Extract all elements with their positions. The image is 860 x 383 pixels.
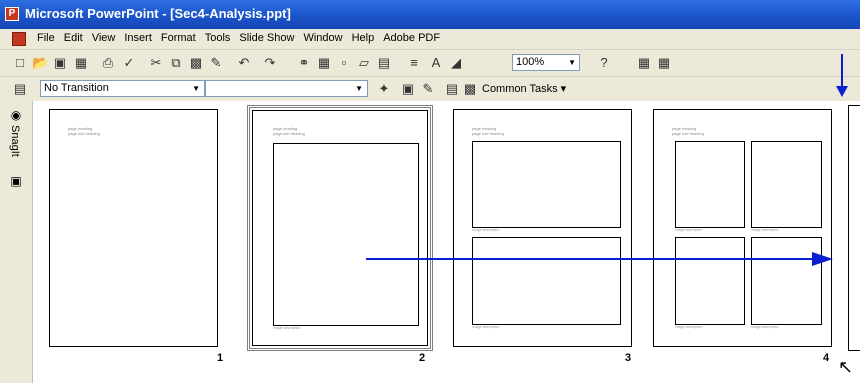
animation-select[interactable]: ▼ bbox=[205, 80, 368, 97]
slide-heading: page heading page sub heading bbox=[68, 126, 100, 136]
spelling-icon[interactable]: ✓ bbox=[121, 55, 137, 71]
image-placeholder bbox=[751, 237, 822, 325]
image-placeholder bbox=[751, 141, 822, 228]
chevron-down-icon: ▼ bbox=[568, 58, 576, 67]
image-placeholder bbox=[472, 141, 621, 228]
chevron-down-icon: ▼ bbox=[355, 84, 363, 93]
menu-insert[interactable]: Insert bbox=[124, 32, 152, 44]
menu-file[interactable]: File bbox=[37, 32, 55, 44]
image-caption: image description bbox=[273, 326, 301, 330]
common-tasks-button[interactable]: Common Tasks ▾ bbox=[482, 82, 566, 95]
paste-icon[interactable]: ▩ bbox=[188, 55, 204, 71]
slide-sorter-toolbar: ▤ No Transition ▼ ▼ ✦ ▣ ✎ ▤ ▩ Common Tas… bbox=[0, 76, 860, 101]
snagit-toolbar: ◉ SnagIt ▣ bbox=[0, 101, 33, 383]
slide-number: 4 bbox=[823, 352, 830, 364]
transition-select[interactable]: No Transition ▼ bbox=[40, 80, 205, 97]
format-painter-icon[interactable]: ✎ bbox=[208, 55, 224, 71]
drag-cursor-icon: ↖ bbox=[838, 357, 854, 377]
new-slide-icon[interactable]: ▤ bbox=[376, 55, 392, 71]
menu-help[interactable]: Help bbox=[352, 32, 375, 44]
image-placeholder bbox=[472, 237, 621, 325]
common-tasks-icon[interactable]: ▩ bbox=[462, 81, 478, 97]
camera-icon[interactable]: ◉ bbox=[8, 108, 24, 122]
slide-number: 1 bbox=[217, 352, 224, 364]
image-placeholder bbox=[675, 237, 745, 325]
menu-edit[interactable]: Edit bbox=[64, 32, 83, 44]
help-icon[interactable]: ? bbox=[596, 55, 612, 71]
slide-thumbnail-3[interactable]: page heading page sub heading image desc… bbox=[453, 109, 632, 347]
slide-number: 3 bbox=[625, 352, 632, 364]
image-caption: image description bbox=[472, 228, 500, 232]
slide-heading: page heading page sub heading bbox=[273, 126, 305, 136]
open-icon[interactable]: 📂 bbox=[32, 55, 48, 71]
permission-icon[interactable]: ▦ bbox=[73, 55, 89, 71]
window-title: Microsoft PowerPoint - [Sec4-Analysis.pp… bbox=[25, 6, 291, 21]
menu-slide-show[interactable]: Slide Show bbox=[239, 32, 294, 44]
slide-thumbnail-2[interactable]: page heading page sub heading image desc… bbox=[252, 110, 428, 346]
slide-thumbnail-4[interactable]: page heading page sub heading image desc… bbox=[653, 109, 832, 347]
summary-slide-icon[interactable]: ▣ bbox=[400, 81, 416, 97]
slide-thumbnail-5-partial[interactable] bbox=[848, 105, 860, 351]
chevron-down-icon: ▼ bbox=[192, 84, 200, 93]
insert-table-icon[interactable]: ▦ bbox=[316, 55, 332, 71]
copy-icon[interactable]: ⧉ bbox=[168, 55, 184, 71]
print-icon[interactable]: ⎙ bbox=[100, 55, 116, 71]
cut-icon[interactable]: ✂ bbox=[148, 55, 164, 71]
standard-toolbar: □ 📂 ▣ ▦ ⎙ ✓ ✂ ⧉ ▩ ✎ ↶ ↷ ⚭ ▦ ▫ ▱ ▤ ≡ A ◢ … bbox=[0, 49, 860, 76]
pdf-convert-icon[interactable]: ▦ bbox=[636, 55, 652, 71]
expand-all-icon[interactable]: ≡ bbox=[406, 55, 422, 71]
grayscale-icon[interactable]: ◢ bbox=[448, 55, 464, 71]
new-icon[interactable]: □ bbox=[12, 55, 28, 71]
undo-icon[interactable]: ↶ bbox=[236, 55, 252, 71]
image-caption: image description bbox=[675, 325, 703, 329]
menu-bar: File Edit View Insert Format Tools Slide… bbox=[0, 29, 860, 49]
insert-chart-icon[interactable]: ▫ bbox=[336, 55, 352, 71]
image-placeholder bbox=[675, 141, 745, 228]
slide-transition-icon[interactable]: ▤ bbox=[12, 81, 28, 97]
image-placeholder bbox=[273, 143, 419, 326]
slide-heading: page heading page sub heading bbox=[472, 126, 504, 136]
speaker-notes-icon[interactable]: ✎ bbox=[420, 81, 436, 97]
hide-slide-icon[interactable]: ▤ bbox=[444, 81, 460, 97]
menu-view[interactable]: View bbox=[92, 32, 116, 44]
capture-icon[interactable]: ▣ bbox=[8, 173, 24, 189]
slide-sorter-view: page heading page sub heading 1 page hea… bbox=[33, 101, 860, 383]
document-icon[interactable] bbox=[12, 32, 26, 46]
animation-preview-icon[interactable]: ✦ bbox=[376, 81, 392, 97]
menu-tools[interactable]: Tools bbox=[205, 32, 231, 44]
image-caption: image description bbox=[472, 325, 500, 329]
pdf-email-icon[interactable]: ▦ bbox=[656, 55, 672, 71]
menu-adobe-pdf[interactable]: Adobe PDF bbox=[383, 32, 440, 44]
powerpoint-app-icon[interactable]: P bbox=[5, 7, 19, 21]
transition-value: No Transition bbox=[44, 82, 109, 94]
image-caption: image description bbox=[751, 228, 779, 232]
menu-format[interactable]: Format bbox=[161, 32, 196, 44]
image-caption: image description bbox=[751, 325, 779, 329]
snagit-label[interactable]: SnagIt bbox=[9, 125, 21, 157]
zoom-value: 100% bbox=[516, 56, 545, 68]
zoom-select[interactable]: 100% ▼ bbox=[512, 54, 580, 71]
insert-hyperlink-icon[interactable]: ⚭ bbox=[296, 55, 312, 71]
menu-window[interactable]: Window bbox=[303, 32, 342, 44]
slide-number: 2 bbox=[419, 352, 426, 364]
slide-heading: page heading page sub heading bbox=[672, 126, 704, 136]
insert-picture-icon[interactable]: ▱ bbox=[356, 55, 372, 71]
slide-thumbnail-1[interactable]: page heading page sub heading bbox=[49, 109, 218, 347]
title-bar: P Microsoft PowerPoint - [Sec4-Analysis.… bbox=[0, 0, 860, 29]
image-caption: image description bbox=[675, 228, 703, 232]
save-icon[interactable]: ▣ bbox=[52, 55, 68, 71]
redo-icon[interactable]: ↷ bbox=[262, 55, 278, 71]
show-formatting-icon[interactable]: A bbox=[428, 55, 444, 71]
